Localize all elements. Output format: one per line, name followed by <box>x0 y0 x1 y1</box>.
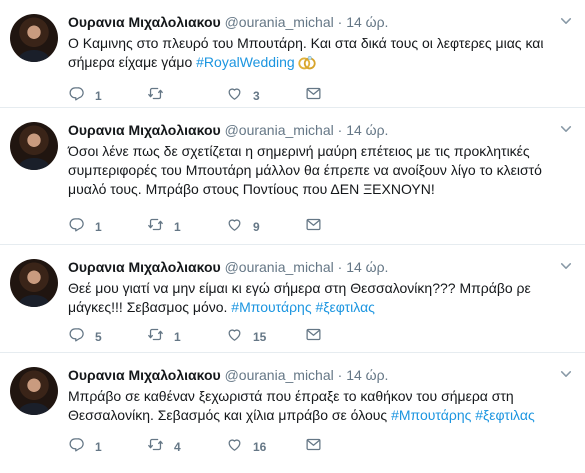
author-handle[interactable]: @ourania_michal <box>225 367 334 383</box>
like-button[interactable]: 9 <box>226 216 305 238</box>
author-handle[interactable]: @ourania_michal <box>225 14 334 30</box>
tweet-actions: 1 4 16 <box>68 437 384 457</box>
retweet-count: 4 <box>174 440 181 454</box>
timestamp[interactable]: 14 ώρ. <box>346 367 388 383</box>
reply-count: 5 <box>95 330 102 344</box>
retweet-icon <box>147 85 164 107</box>
tweet[interactable]: Ουρανια Μιχαλολιακου @ourania_michal · 1… <box>0 353 585 473</box>
tweet-text: Όσοι λένε πως δε σχετίζεται η σημερινή μ… <box>68 142 573 199</box>
hashtag-link[interactable]: #Μπουτάρης #ξεφτιλας <box>391 407 535 423</box>
author-handle[interactable]: @ourania_michal <box>225 259 334 275</box>
reply-count: 1 <box>95 89 102 103</box>
chevron-down-icon[interactable] <box>559 259 573 273</box>
retweet-button[interactable] <box>147 85 226 107</box>
hashtag-link[interactable]: #RoyalWedding <box>196 54 295 70</box>
like-count: 9 <box>253 220 260 234</box>
like-button[interactable]: 15 <box>226 326 305 348</box>
tweet-header: Ουρανια Μιχαλολιακου @ourania_michal · 1… <box>68 366 388 384</box>
retweet-icon <box>147 216 164 238</box>
like-button[interactable]: 3 <box>226 85 305 107</box>
tweet-header: Ουρανια Μιχαλολιακου @ourania_michal · 1… <box>68 13 388 31</box>
dm-button[interactable] <box>305 85 384 107</box>
author-name[interactable]: Ουρανια Μιχαλολιακου <box>68 367 221 383</box>
tweet-text: Μπράβο σε καθέναν ξεχωριστά που έπραξε τ… <box>68 387 573 425</box>
tweet-actions: 1 1 9 <box>68 217 384 237</box>
like-count: 16 <box>253 440 267 454</box>
reply-button[interactable]: 5 <box>68 326 147 348</box>
author-name[interactable]: Ουρανια Μιχαλολιακου <box>68 259 221 275</box>
reply-icon <box>68 326 85 348</box>
like-count: 15 <box>253 330 267 344</box>
chevron-down-icon[interactable] <box>559 14 573 28</box>
timestamp[interactable]: 14 ώρ. <box>346 122 388 138</box>
tweet-text: Θεέ μου γιατί να μην είμαι κι εγώ σήμερα… <box>68 279 573 317</box>
heart-icon <box>226 216 243 238</box>
retweet-count: 1 <box>174 220 181 234</box>
tweet[interactable]: Ουρανια Μιχαλολιακου @ourania_michal · 1… <box>0 0 585 108</box>
dm-button[interactable] <box>305 326 384 348</box>
envelope-icon <box>305 85 322 107</box>
tweet-actions: 1 3 <box>68 86 384 106</box>
avatar[interactable] <box>10 122 58 170</box>
like-button[interactable]: 16 <box>226 436 305 458</box>
tweet[interactable]: Ουρανια Μιχαλολιακου @ourania_michal · 1… <box>0 108 585 245</box>
separator: · <box>337 122 343 138</box>
retweet-button[interactable]: 4 <box>147 436 226 458</box>
timestamp[interactable]: 14 ώρ. <box>346 14 388 30</box>
reply-button[interactable]: 1 <box>68 436 147 458</box>
tweet-header: Ουρανια Μιχαλολιακου @ourania_michal · 1… <box>68 258 388 276</box>
avatar[interactable] <box>10 259 58 307</box>
retweet-icon <box>147 436 164 458</box>
like-count: 3 <box>253 89 260 103</box>
envelope-icon <box>305 216 322 238</box>
retweet-icon <box>147 326 164 348</box>
retweet-count: 1 <box>174 330 181 344</box>
wedding-rings-icon <box>297 55 317 75</box>
tweet-body: Όσοι λένε πως δε σχετίζεται η σημερινή μ… <box>68 143 542 197</box>
reply-icon <box>68 436 85 458</box>
author-handle[interactable]: @ourania_michal <box>225 122 334 138</box>
hashtag-link[interactable]: #Μπουτάρης #ξεφτιλας <box>231 299 375 315</box>
separator: · <box>337 14 343 30</box>
tweet-text: Ο Καμινης στο πλευρό του Μπουτάρη. Και σ… <box>68 34 573 75</box>
dm-button[interactable] <box>305 216 384 238</box>
reply-button[interactable]: 1 <box>68 216 147 238</box>
tweet-feed: Ουρανια Μιχαλολιακου @ourania_michal · 1… <box>0 0 585 473</box>
reply-count: 1 <box>95 220 102 234</box>
chevron-down-icon[interactable] <box>559 367 573 381</box>
author-name[interactable]: Ουρανια Μιχαλολιακου <box>68 14 221 30</box>
heart-icon <box>226 326 243 348</box>
heart-icon <box>226 85 243 107</box>
author-name[interactable]: Ουρανια Μιχαλολιακου <box>68 122 221 138</box>
envelope-icon <box>305 326 322 348</box>
reply-icon <box>68 216 85 238</box>
envelope-icon <box>305 436 322 458</box>
chevron-down-icon[interactable] <box>559 122 573 136</box>
reply-button[interactable]: 1 <box>68 85 147 107</box>
dm-button[interactable] <box>305 436 384 458</box>
reply-icon <box>68 85 85 107</box>
retweet-button[interactable]: 1 <box>147 326 226 348</box>
avatar[interactable] <box>10 367 58 415</box>
avatar[interactable] <box>10 14 58 62</box>
separator: · <box>337 259 343 275</box>
tweet-actions: 5 1 15 <box>68 327 384 347</box>
separator: · <box>337 367 343 383</box>
timestamp[interactable]: 14 ώρ. <box>346 259 388 275</box>
tweet-header: Ουρανια Μιχαλολιακου @ourania_michal · 1… <box>68 121 388 139</box>
retweet-button[interactable]: 1 <box>147 216 226 238</box>
heart-icon <box>226 436 243 458</box>
reply-count: 1 <box>95 440 102 454</box>
tweet[interactable]: Ουρανια Μιχαλολιακου @ourania_michal · 1… <box>0 245 585 353</box>
